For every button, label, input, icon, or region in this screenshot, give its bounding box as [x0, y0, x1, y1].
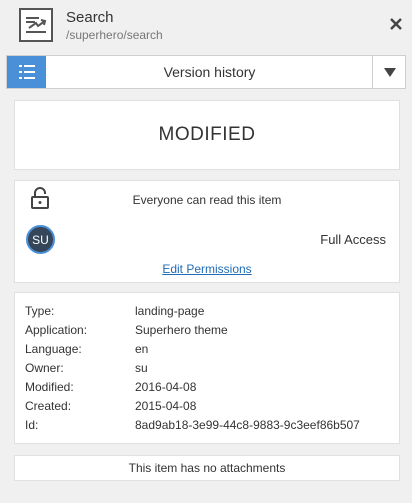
metadata-key: Modified: [25, 380, 74, 394]
dropdown-button[interactable] [372, 56, 406, 88]
version-history-button[interactable]: Version history [47, 56, 372, 88]
metadata-value: Superhero theme [135, 323, 228, 337]
metadata-value: en [135, 342, 149, 356]
status-label: MODIFIED [158, 124, 256, 145]
metadata-value: su [135, 361, 148, 375]
list-icon [18, 65, 35, 79]
status-card: MODIFIED [14, 100, 400, 170]
metadata-key: Created: [25, 399, 72, 413]
triangle-down-icon [383, 67, 396, 77]
close-button[interactable] [386, 14, 406, 34]
metadata-value: 2016-04-08 [135, 380, 197, 394]
metadata-key: Type: [25, 304, 55, 318]
edit-permissions-link[interactable]: Edit Permissions [15, 262, 399, 276]
avatar: SU [26, 225, 55, 254]
read-permission-text: Everyone can read this item [132, 193, 282, 207]
list-view-button[interactable] [7, 56, 46, 88]
toolbar: Version history [6, 55, 406, 89]
page-title: Search [66, 9, 114, 26]
permissions-card: Everyone can read this item SU Full Acce… [14, 180, 400, 283]
attachments-card: This item has no attachments [14, 455, 400, 481]
metadata-value: 8ad9ab18-3e99-44c8-9883-9c3eef86b507 [135, 418, 360, 432]
metadata-key: Owner: [25, 361, 64, 375]
close-icon [390, 18, 402, 30]
access-level: Full Access [320, 232, 386, 247]
metadata-key: Id: [25, 418, 39, 432]
metadata-card: Type: landing-page Application: Superher… [14, 292, 400, 444]
attachments-text: This item has no attachments [128, 461, 286, 475]
page-path: /superhero/search [66, 28, 163, 42]
metadata-key: Application: [25, 323, 88, 337]
metadata-value: 2015-04-08 [135, 399, 197, 413]
metadata-value: landing-page [135, 304, 205, 318]
header: Search /superhero/search [0, 0, 412, 50]
page-type-icon [19, 8, 53, 42]
metadata-key: Language: [25, 342, 82, 356]
